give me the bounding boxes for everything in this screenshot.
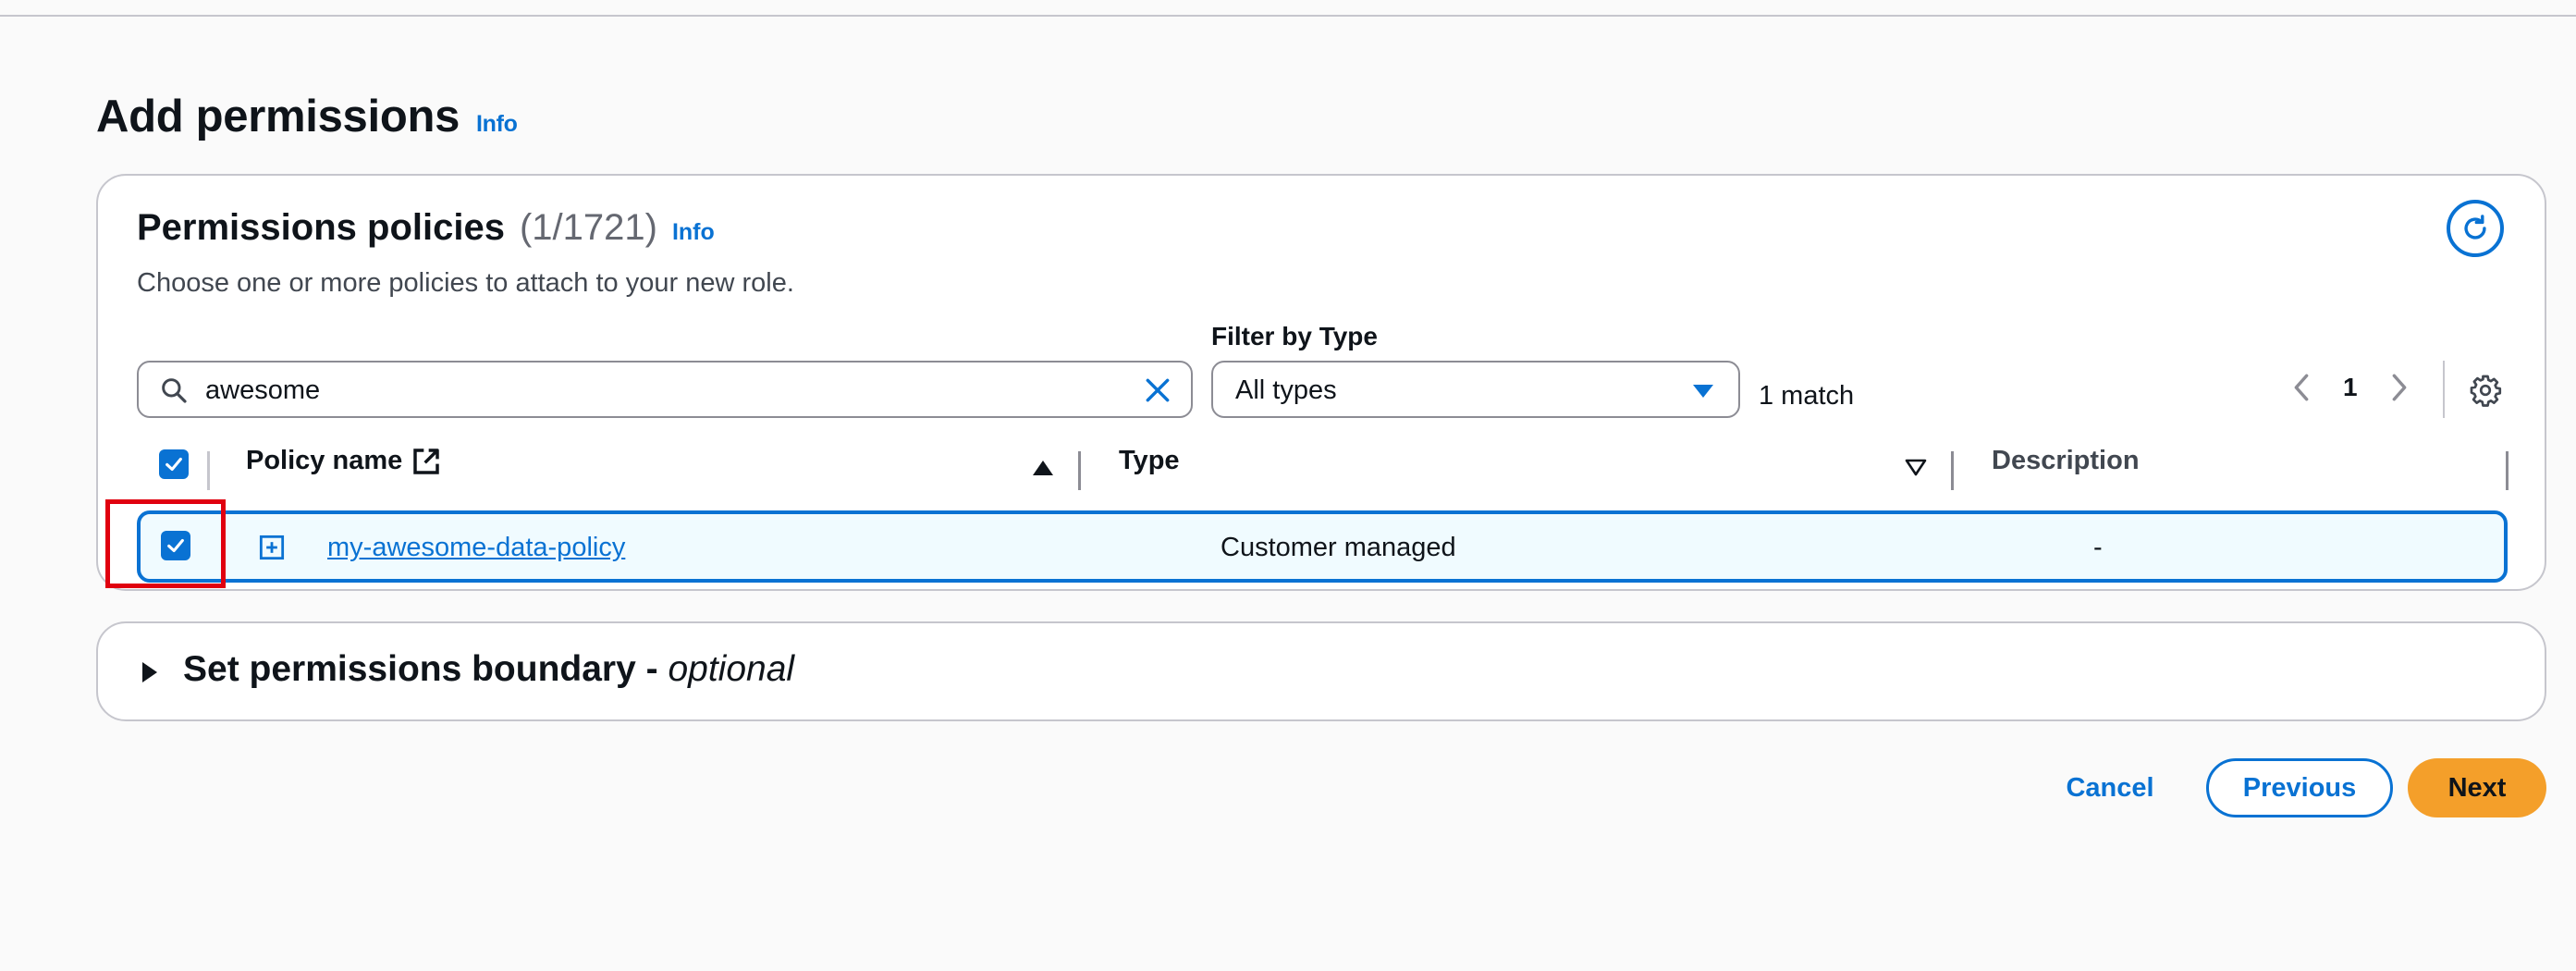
- permissions-count: (1/1721): [519, 207, 657, 248]
- policy-name-link[interactable]: my-awesome-data-policy: [327, 533, 625, 563]
- page-header: Add permissions Info: [96, 91, 518, 142]
- chevron-left-icon[interactable]: [2291, 372, 2312, 403]
- column-resizer[interactable]: [1078, 451, 1081, 490]
- permissions-description: Choose one or more policies to attach to…: [137, 268, 794, 298]
- search-icon: [162, 378, 187, 403]
- match-count: 1 match: [1759, 381, 1855, 411]
- filter-type-select[interactable]: All types: [1211, 361, 1740, 418]
- filter-type-value: All types: [1235, 375, 1337, 405]
- permissions-policies-panel: Permissions policies (1/1721) Info Choos…: [96, 174, 2546, 591]
- permissions-info-link[interactable]: Info: [672, 219, 715, 246]
- next-button[interactable]: Next: [2408, 758, 2546, 817]
- policy-type: Customer managed: [1221, 533, 1456, 562]
- column-resizer[interactable]: [1951, 451, 1954, 490]
- annotation-highlight-box: [105, 499, 226, 588]
- policy-name-header: Policy name: [246, 446, 403, 475]
- previous-button[interactable]: Previous: [2206, 758, 2393, 817]
- boundary-optional-text: optional: [668, 649, 795, 689]
- gear-icon[interactable]: [2469, 374, 2502, 407]
- sort-ascending-icon[interactable]: [1032, 459, 1054, 477]
- column-divider: [207, 451, 210, 490]
- chevron-right-icon[interactable]: [2389, 372, 2410, 403]
- column-header-type[interactable]: Type: [1119, 446, 1180, 476]
- search-input[interactable]: [203, 370, 1132, 411]
- permissions-title: Permissions policies: [137, 207, 505, 248]
- sort-descending-icon[interactable]: [1905, 459, 1927, 477]
- check-icon: [166, 457, 182, 472]
- caret-right-icon[interactable]: [141, 660, 159, 684]
- policy-search-field[interactable]: [137, 361, 1193, 418]
- permissions-panel-title: Permissions policies (1/1721) Info: [137, 207, 715, 249]
- select-all-checkbox[interactable]: [159, 449, 189, 479]
- refresh-icon: [2464, 215, 2486, 240]
- policy-description: -: [2093, 533, 2103, 562]
- external-link-icon[interactable]: [411, 447, 441, 476]
- cancel-button[interactable]: Cancel: [2045, 758, 2175, 817]
- pager-divider: [2443, 361, 2445, 418]
- page-number[interactable]: 1: [2343, 373, 2358, 402]
- column-header-description: Description: [1992, 446, 2140, 475]
- column-header-policy-name[interactable]: Policy name: [246, 446, 441, 476]
- column-resizer[interactable]: [2506, 451, 2509, 490]
- boundary-title: Set permissions boundary - optional: [183, 649, 794, 690]
- refresh-button[interactable]: [2447, 200, 2504, 257]
- filter-by-type-label: Filter by Type: [1211, 322, 1378, 350]
- expand-row-icon[interactable]: [259, 535, 285, 560]
- clear-search-icon[interactable]: [1143, 375, 1172, 405]
- permissions-boundary-section[interactable]: Set permissions boundary - optional: [96, 621, 2546, 721]
- table-row[interactable]: my-awesome-data-policy Customer managed …: [137, 510, 2508, 583]
- page-title: Add permissions: [96, 92, 460, 141]
- top-divider: [0, 15, 2576, 17]
- boundary-title-text: Set permissions boundary -: [183, 649, 669, 689]
- pagination: 1: [2291, 372, 2410, 403]
- page-info-link[interactable]: Info: [476, 111, 518, 138]
- caret-down-icon: [1693, 385, 1713, 398]
